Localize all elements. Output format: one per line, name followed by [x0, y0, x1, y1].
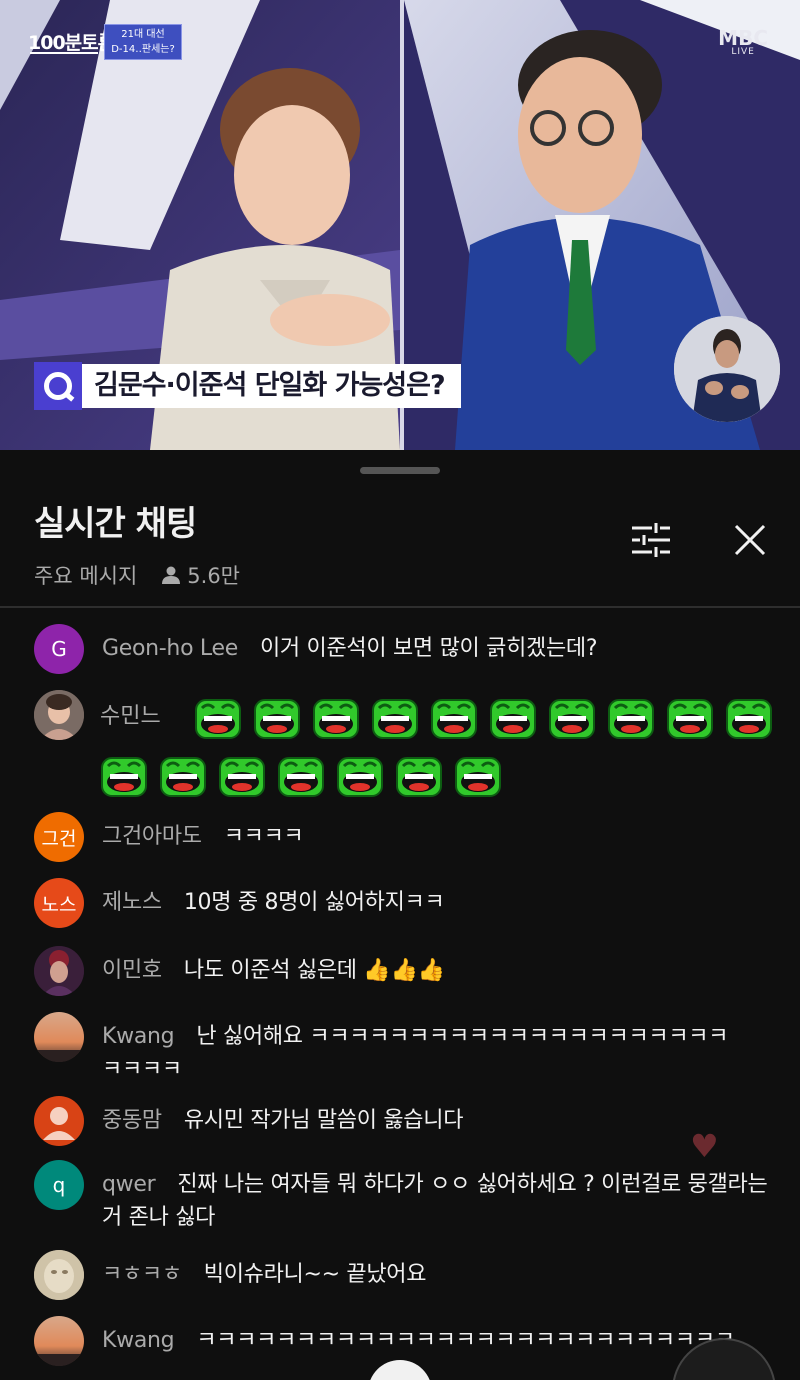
- laughing-emoji-icon: [371, 694, 419, 742]
- chat-mode-selector[interactable]: 주요 메시지: [34, 560, 137, 590]
- message-author[interactable]: Kwang: [102, 1328, 175, 1353]
- avatar[interactable]: [34, 1316, 84, 1366]
- message-body: 그건아마도 ㅋㅋㅋㅋ: [102, 812, 304, 862]
- laughing-emoji-icon: [159, 752, 207, 800]
- question-icon: [34, 362, 82, 410]
- laughing-emoji-icon: [725, 694, 773, 742]
- avatar-letter: G: [51, 637, 67, 661]
- close-icon: [734, 524, 766, 556]
- message-text: 난 싫어해요 ㅋㅋㅋㅋㅋㅋㅋㅋㅋㅋㅋㅋㅋㅋㅋㅋㅋㅋㅋㅋㅋㅋㅋㅋㅋ: [102, 1024, 729, 1082]
- program-logo: 100분토론: [28, 32, 115, 54]
- message-text: 10명 중 8명이 싫어하지ㅋㅋ: [183, 890, 445, 915]
- message-author[interactable]: 그건아마도: [102, 824, 202, 849]
- avatar-photo: [34, 1012, 84, 1062]
- avatar[interactable]: 그건: [34, 812, 84, 862]
- chat-message[interactable]: 이민호 나도 이준석 싫은데 👍👍👍: [34, 946, 770, 996]
- close-button[interactable]: [726, 516, 774, 564]
- laughing-emoji-icon: [666, 694, 714, 742]
- chat-message[interactable]: Kwang 난 싫어해요 ㅋㅋㅋㅋㅋㅋㅋㅋㅋㅋㅋㅋㅋㅋㅋㅋㅋㅋㅋㅋㅋㅋㅋㅋㅋ: [34, 1012, 770, 1086]
- video-player[interactable]: 100분토론 21대 대선 D-14‥판세는? MBC LIVE 김문수·이준석…: [0, 0, 800, 450]
- message-author[interactable]: 중동맘: [102, 1108, 162, 1133]
- avatar-photo: [34, 690, 84, 740]
- laughing-emoji-icon: [489, 694, 537, 742]
- viewer-count: 5.6만: [161, 560, 240, 590]
- message-body: 이민호 나도 이준석 싫은데 👍👍👍: [102, 946, 445, 996]
- program-badge: 21대 대선 D-14‥판세는?: [104, 24, 182, 60]
- message-text: 빅이슈라니~~ 끝났어요: [203, 1262, 427, 1287]
- avatar[interactable]: 노스: [34, 878, 84, 928]
- chat-message[interactable]: q qwer 진짜 나는 여자들 뭐 하다가 ㅇㅇ 싫어하세요 ? 이런걸로 뭉갤…: [34, 1160, 770, 1234]
- laughing-emoji-icon: [194, 694, 242, 742]
- laughing-emoji-icon: [336, 752, 384, 800]
- message-author[interactable]: Kwang: [102, 1024, 175, 1049]
- video-caption: 김문수·이준석 단일화 가능성은?: [34, 362, 461, 410]
- chat-message[interactable]: ㅋㅎㅋㅎ 빅이슈라니~~ 끝났어요: [34, 1250, 770, 1300]
- laughing-emoji-icon: [277, 752, 325, 800]
- laughing-emoji-icon: [430, 694, 478, 742]
- chat-message[interactable]: 노스 제노스 10명 중 8명이 싫어하지ㅋㅋ: [34, 878, 770, 928]
- message-body: Kwang 난 싫어해요 ㅋㅋㅋㅋㅋㅋㅋㅋㅋㅋㅋㅋㅋㅋㅋㅋㅋㅋㅋㅋㅋㅋㅋㅋㅋ: [102, 1012, 742, 1086]
- avatar[interactable]: q: [34, 1160, 84, 1210]
- avatar[interactable]: [34, 690, 84, 740]
- avatar[interactable]: [34, 1096, 84, 1146]
- broadcaster-logo: MBC LIVE: [718, 26, 768, 57]
- filter-settings-button[interactable]: [626, 518, 674, 562]
- person-icon: [162, 566, 181, 584]
- message-author[interactable]: ㅋㅎㅋㅎ: [102, 1262, 182, 1287]
- badge-line1: 21대 대선: [121, 29, 165, 40]
- message-author[interactable]: qwer: [102, 1172, 156, 1197]
- chat-message[interactable]: G Geon-ho Lee 이거 이준석이 보면 많이 긁히겠는데?: [34, 624, 770, 674]
- sign-language-interpreter: [674, 316, 780, 422]
- message-body: Kwang ㅋㅋㅋㅋㅋㅋㅋㅋㅋㅋㅋㅋㅋㅋㅋㅋㅋㅋㅋㅋㅋㅋㅋㅋㅋㅋㅋ: [102, 1316, 770, 1366]
- sliders-icon: [632, 523, 670, 557]
- message-author[interactable]: 제노스: [102, 890, 162, 915]
- emoji-list: [100, 694, 780, 800]
- sheet-drag-handle[interactable]: [360, 467, 440, 474]
- viewer-count-value: 5.6만: [187, 564, 240, 588]
- avatar-letter: 그건: [41, 827, 77, 850]
- avatar[interactable]: [34, 1012, 84, 1062]
- chat-message[interactable]: 중동맘 유시민 작가님 말씀이 옳습니다: [34, 1096, 770, 1146]
- badge-line2: D-14‥판세는?: [111, 44, 175, 55]
- laughing-emoji-icon: [607, 694, 655, 742]
- laughing-emoji-icon: [218, 752, 266, 800]
- avatar-letter: 노스: [41, 893, 77, 916]
- chat-title: 실시간 채팅: [34, 504, 197, 544]
- avatar-letter: q: [52, 1173, 66, 1197]
- message-body: 수민느: [100, 690, 772, 797]
- logo-underline: [30, 52, 98, 54]
- message-body: qwer 진짜 나는 여자들 뭐 하다가 ㅇㅇ 싫어하세요 ? 이런걸로 뭉갤라는…: [102, 1160, 770, 1234]
- chat-message[interactable]: 수민느: [34, 690, 772, 797]
- message-text: ㅋㅋㅋㅋㅋㅋㅋㅋㅋㅋㅋㅋㅋㅋㅋㅋㅋㅋㅋㅋㅋㅋㅋㅋㅋㅋㅋ: [196, 1328, 735, 1353]
- chat-subheader: 주요 메시지 5.6만: [34, 560, 240, 590]
- message-text: 나도 이준석 싫은데 👍👍👍: [183, 958, 445, 983]
- message-text: 진짜 나는 여자들 뭐 하다가 ㅇㅇ 싫어하세요 ? 이런걸로 뭉갤라는거 존나…: [102, 1172, 768, 1230]
- laughing-emoji-icon: [548, 694, 596, 742]
- laughing-emoji-icon: [100, 752, 148, 800]
- message-body: Geon-ho Lee 이거 이준석이 보면 많이 긁히겠는데?: [102, 624, 598, 674]
- avatar[interactable]: G: [34, 624, 84, 674]
- message-body: ㅋㅎㅋㅎ 빅이슈라니~~ 끝났어요: [102, 1250, 426, 1300]
- avatar-photo: [34, 1250, 84, 1300]
- message-text: 이거 이준석이 보면 많이 긁히겠는데?: [259, 636, 598, 661]
- message-author[interactable]: 이민호: [102, 958, 162, 983]
- message-text: 유시민 작가님 말씀이 옳습니다: [183, 1108, 464, 1133]
- laughing-emoji-icon: [454, 752, 502, 800]
- laughing-emoji-icon: [312, 694, 360, 742]
- chat-divider: [0, 606, 800, 608]
- message-body: 제노스 10명 중 8명이 싫어하지ㅋㅋ: [102, 878, 445, 928]
- default-avatar-icon: [43, 1107, 75, 1140]
- message-body: 중동맘 유시민 작가님 말씀이 옳습니다: [102, 1096, 463, 1146]
- avatar[interactable]: [34, 946, 84, 996]
- avatar-photo: [34, 1316, 84, 1366]
- avatar[interactable]: [34, 1250, 84, 1300]
- message-text: ㅋㅋㅋㅋ: [223, 824, 304, 849]
- caption-text: 김문수·이준석 단일화 가능성은?: [82, 364, 461, 408]
- message-author[interactable]: Geon-ho Lee: [102, 636, 238, 661]
- laughing-emoji-icon: [395, 752, 443, 800]
- avatar-photo: [34, 946, 84, 996]
- chat-message[interactable]: 그건 그건아마도 ㅋㅋㅋㅋ: [34, 812, 770, 862]
- chat-message[interactable]: Kwang ㅋㅋㅋㅋㅋㅋㅋㅋㅋㅋㅋㅋㅋㅋㅋㅋㅋㅋㅋㅋㅋㅋㅋㅋㅋㅋㅋ: [34, 1316, 770, 1366]
- laughing-emoji-icon: [253, 694, 301, 742]
